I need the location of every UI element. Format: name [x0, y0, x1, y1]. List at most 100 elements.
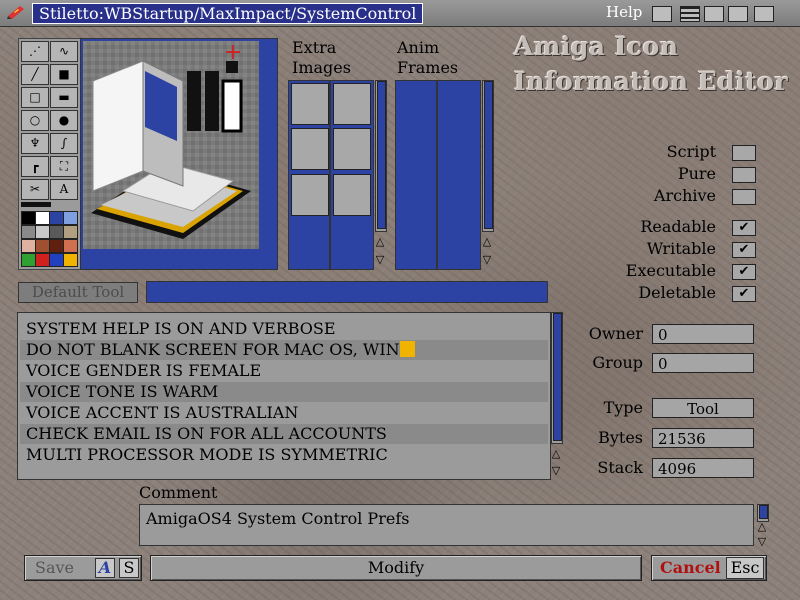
anim-frames-column-selected[interactable]: [437, 80, 481, 270]
fill-tool-icon[interactable]: ♆: [21, 133, 49, 154]
tool-type-row[interactable]: MULTI PROCESSOR MODE IS SYMMETRIC: [20, 445, 548, 465]
default-tool-input[interactable]: [146, 281, 548, 303]
scissors-tool-icon[interactable]: ✂: [21, 179, 49, 200]
depth-gadget-icon[interactable]: [652, 6, 672, 22]
extra-images-column-normal[interactable]: [288, 80, 330, 270]
filled-ellipse-tool-icon[interactable]: ●: [50, 110, 78, 131]
text-tool-icon[interactable]: A: [50, 179, 78, 200]
scroll-down-arrow-icon[interactable]: ▽: [756, 536, 768, 548]
dot-draw-tool-icon[interactable]: ⋰: [21, 41, 49, 62]
select-tool-icon[interactable]: ⛶: [50, 156, 78, 177]
extra-image-thumbnail[interactable]: [333, 174, 371, 216]
icon-canvas[interactable]: +: [80, 38, 278, 270]
anim-frames-scrollbar[interactable]: [482, 80, 494, 232]
menu-gadget-icon[interactable]: [680, 6, 700, 22]
brush-size-bar[interactable]: [21, 202, 51, 207]
save-button[interactable]: Save A S: [24, 555, 142, 581]
color-swatch[interactable]: [21, 253, 36, 267]
tool-type-row-active[interactable]: DO NOT BLANK SCREEN FOR MAC OS, WIN: [20, 340, 548, 360]
comment-field[interactable]: AmigaOS4 System Control Prefs: [139, 504, 754, 546]
extra-image-thumbnail[interactable]: [291, 128, 329, 170]
tool-type-row[interactable]: VOICE TONE IS WARM: [20, 382, 548, 402]
scroll-up-arrow-icon[interactable]: △: [756, 521, 768, 533]
scroll-up-arrow-icon[interactable]: △: [550, 448, 562, 460]
modify-button[interactable]: Modify: [150, 555, 642, 581]
tool-types-list[interactable]: SYSTEM HELP IS ON AND VERBOSE DO NOT BLA…: [17, 312, 551, 480]
owner-field[interactable]: 0: [652, 324, 754, 344]
color-swatch[interactable]: [49, 253, 64, 267]
save-as-icon-button[interactable]: A: [95, 558, 115, 578]
scroll-up-arrow-icon[interactable]: △: [374, 236, 386, 248]
svg-text:+: +: [224, 41, 242, 65]
anim-frames-column-normal[interactable]: [395, 80, 437, 270]
comment-label: Comment: [139, 483, 218, 502]
flag-deletable-checkbox[interactable]: ✔: [732, 286, 756, 302]
window-title: Stiletto:WBStartup/MaxImpact/SystemContr…: [32, 3, 424, 24]
extra-image-thumbnail[interactable]: [333, 128, 371, 170]
tool-type-row[interactable]: CHECK EMAIL IS ON FOR ALL ACCOUNTS: [20, 424, 548, 444]
curve-tool-icon[interactable]: ∫: [50, 133, 78, 154]
tool-type-row[interactable]: SYSTEM HELP IS ON AND VERBOSE: [20, 319, 548, 339]
default-tool-button[interactable]: Default Tool: [18, 282, 138, 303]
flag-readable-checkbox[interactable]: ✔: [732, 220, 756, 236]
flag-script-label: Script: [666, 142, 716, 161]
extra-images-scrollbar[interactable]: [375, 80, 387, 232]
save-snapshot-button[interactable]: S: [119, 558, 139, 578]
color-swatch[interactable]: [63, 225, 78, 239]
zoom-gadget-icon[interactable]: [728, 6, 748, 22]
color-swatch[interactable]: [21, 239, 36, 253]
scroll-down-arrow-icon[interactable]: ▽: [374, 254, 386, 266]
extra-image-thumbnail[interactable]: [291, 174, 329, 216]
line-tool-icon[interactable]: ╱: [21, 64, 49, 85]
icon-image[interactable]: +: [83, 40, 259, 249]
flag-archive-checkbox[interactable]: [732, 189, 756, 205]
color-swatch[interactable]: [63, 253, 78, 267]
color-swatch[interactable]: [35, 239, 50, 253]
group-field[interactable]: 0: [652, 353, 754, 373]
color-swatch[interactable]: [49, 211, 64, 225]
color-swatch[interactable]: [35, 211, 50, 225]
flag-executable-checkbox[interactable]: ✔: [732, 264, 756, 280]
color-palette[interactable]: [21, 211, 79, 267]
filled-rect2-tool-icon[interactable]: ▬: [50, 87, 78, 108]
tool-type-text[interactable]: DO NOT BLANK SCREEN FOR MAC OS, WIN: [26, 340, 400, 359]
type-cycle-button[interactable]: Tool: [652, 398, 754, 418]
extra-images-column-selected[interactable]: [330, 80, 374, 270]
color-swatch[interactable]: [21, 211, 36, 225]
cancel-button[interactable]: Cancel Esc: [651, 555, 767, 581]
scroll-down-arrow-icon[interactable]: ▽: [481, 254, 493, 266]
help-button[interactable]: Help: [606, 3, 642, 21]
scroll-down-arrow-icon[interactable]: ▽: [550, 465, 562, 477]
editor-heading-line1: Amiga Icon: [514, 32, 679, 61]
color-swatch[interactable]: [21, 225, 36, 239]
group-label: Group: [592, 353, 643, 372]
filled-rect-tool-icon[interactable]: ■: [50, 64, 78, 85]
stack-field[interactable]: 4096: [652, 458, 754, 478]
tool-types-scrollbar[interactable]: [551, 312, 563, 444]
paintbrush-icon: [7, 6, 24, 19]
iconify-gadget-icon[interactable]: [704, 6, 724, 22]
escape-key-badge: Esc: [726, 557, 764, 579]
tool-type-row[interactable]: VOICE GENDER IS FEMALE: [20, 361, 548, 381]
color-swatch[interactable]: [63, 239, 78, 253]
flag-writable-checkbox[interactable]: ✔: [732, 242, 756, 258]
bytes-field[interactable]: 21536: [652, 428, 754, 448]
flag-script-checkbox[interactable]: [732, 145, 756, 161]
ellipse-tool-icon[interactable]: ○: [21, 110, 49, 131]
scroll-up-arrow-icon[interactable]: △: [481, 236, 493, 248]
color-swatch[interactable]: [35, 225, 50, 239]
freehand-tool-icon[interactable]: ∿: [50, 41, 78, 62]
rect-tool-icon[interactable]: □: [21, 87, 49, 108]
title-bar[interactable]: Stiletto:WBStartup/MaxImpact/SystemContr…: [0, 0, 800, 27]
brush-tool-icon[interactable]: ┏: [21, 156, 49, 177]
close-gadget-icon[interactable]: [754, 6, 774, 22]
color-swatch[interactable]: [35, 253, 50, 267]
flag-pure-checkbox[interactable]: [732, 167, 756, 183]
tool-type-row[interactable]: VOICE ACCENT IS AUSTRALIAN: [20, 403, 548, 423]
extra-image-thumbnail[interactable]: [333, 83, 371, 125]
flag-executable-label: Executable: [625, 261, 716, 280]
color-swatch[interactable]: [63, 211, 78, 225]
color-swatch[interactable]: [49, 239, 64, 253]
extra-image-thumbnail[interactable]: [291, 83, 329, 125]
color-swatch[interactable]: [49, 225, 64, 239]
